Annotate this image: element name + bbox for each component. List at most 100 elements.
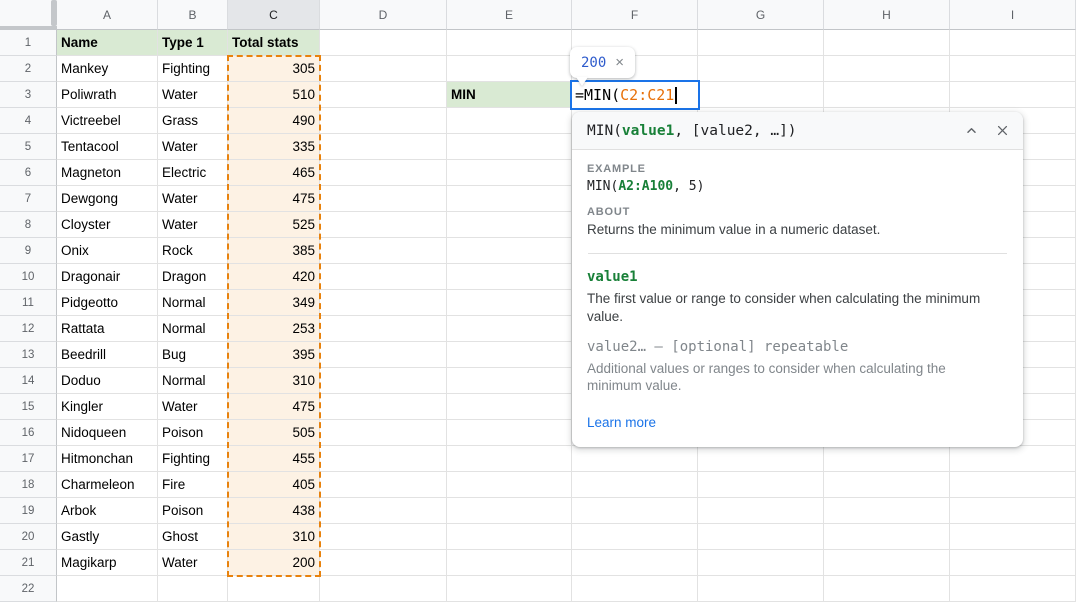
cell-G1[interactable] xyxy=(698,30,824,56)
cell-C20[interactable]: 310 xyxy=(228,524,320,550)
cell-E15[interactable] xyxy=(447,394,572,420)
cell-C4[interactable]: 490 xyxy=(228,108,320,134)
cell-A8[interactable]: Cloyster xyxy=(57,212,158,238)
cell-D17[interactable] xyxy=(320,446,447,472)
cell-B7[interactable]: Water xyxy=(158,186,228,212)
cell-I21[interactable] xyxy=(950,550,1076,576)
column-header-h[interactable]: H xyxy=(824,0,950,30)
row-header-10[interactable]: 10 xyxy=(0,264,57,290)
cell-H3[interactable] xyxy=(824,82,950,108)
row-header-1[interactable]: 1 xyxy=(0,30,57,56)
cell-E20[interactable] xyxy=(447,524,572,550)
row-header-15[interactable]: 15 xyxy=(0,394,57,420)
row-header-2[interactable]: 2 xyxy=(0,56,57,82)
cell-D22[interactable] xyxy=(320,576,447,602)
cell-E13[interactable] xyxy=(447,342,572,368)
cell-C10[interactable]: 420 xyxy=(228,264,320,290)
cell-E19[interactable] xyxy=(447,498,572,524)
cell-C13[interactable]: 395 xyxy=(228,342,320,368)
cell-C12[interactable]: 253 xyxy=(228,316,320,342)
cell-D20[interactable] xyxy=(320,524,447,550)
cell-A18[interactable]: Charmeleon xyxy=(57,472,158,498)
cell-E21[interactable] xyxy=(447,550,572,576)
cell-A21[interactable]: Magikarp xyxy=(57,550,158,576)
row-header-4[interactable]: 4 xyxy=(0,108,57,134)
cell-C15[interactable]: 475 xyxy=(228,394,320,420)
cell-A20[interactable]: Gastly xyxy=(57,524,158,550)
cell-B19[interactable]: Poison xyxy=(158,498,228,524)
cell-B16[interactable]: Poison xyxy=(158,420,228,446)
column-header-d[interactable]: D xyxy=(320,0,447,30)
active-cell-formula-editor[interactable]: =MIN(C2:C21 xyxy=(570,80,700,110)
cell-C14[interactable]: 310 xyxy=(228,368,320,394)
cell-G22[interactable] xyxy=(698,576,824,602)
row-header-19[interactable]: 19 xyxy=(0,498,57,524)
cell-D13[interactable] xyxy=(320,342,447,368)
cell-D12[interactable] xyxy=(320,316,447,342)
cell-D18[interactable] xyxy=(320,472,447,498)
cell-F18[interactable] xyxy=(572,472,698,498)
row-header-9[interactable]: 9 xyxy=(0,238,57,264)
cell-H1[interactable] xyxy=(824,30,950,56)
row-header-5[interactable]: 5 xyxy=(0,134,57,160)
cell-C3[interactable]: 510 xyxy=(228,82,320,108)
cell-B10[interactable]: Dragon xyxy=(158,264,228,290)
cell-E5[interactable] xyxy=(447,134,572,160)
cell-B20[interactable]: Ghost xyxy=(158,524,228,550)
cell-A1[interactable]: Name xyxy=(57,30,158,56)
cell-F20[interactable] xyxy=(572,524,698,550)
cell-I2[interactable] xyxy=(950,56,1076,82)
cell-F22[interactable] xyxy=(572,576,698,602)
cell-A12[interactable]: Rattata xyxy=(57,316,158,342)
column-header-i[interactable]: I xyxy=(950,0,1076,30)
cell-F19[interactable] xyxy=(572,498,698,524)
cell-A11[interactable]: Pidgeotto xyxy=(57,290,158,316)
cell-B9[interactable]: Rock xyxy=(158,238,228,264)
row-header-8[interactable]: 8 xyxy=(0,212,57,238)
cell-D15[interactable] xyxy=(320,394,447,420)
cell-E3[interactable]: MIN xyxy=(447,82,572,108)
cell-A16[interactable]: Nidoqueen xyxy=(57,420,158,446)
cell-I22[interactable] xyxy=(950,576,1076,602)
cell-F21[interactable] xyxy=(572,550,698,576)
column-header-g[interactable]: G xyxy=(698,0,824,30)
cell-H20[interactable] xyxy=(824,524,950,550)
column-header-b[interactable]: B xyxy=(158,0,228,30)
cell-A14[interactable]: Doduo xyxy=(57,368,158,394)
cell-G21[interactable] xyxy=(698,550,824,576)
row-header-11[interactable]: 11 xyxy=(0,290,57,316)
cell-D10[interactable] xyxy=(320,264,447,290)
cell-E8[interactable] xyxy=(447,212,572,238)
cell-A6[interactable]: Magneton xyxy=(57,160,158,186)
cell-A5[interactable]: Tentacool xyxy=(57,134,158,160)
cell-C16[interactable]: 505 xyxy=(228,420,320,446)
cell-H2[interactable] xyxy=(824,56,950,82)
cell-I1[interactable] xyxy=(950,30,1076,56)
column-header-c[interactable]: C xyxy=(228,0,320,30)
cell-G20[interactable] xyxy=(698,524,824,550)
cell-E14[interactable] xyxy=(447,368,572,394)
row-header-7[interactable]: 7 xyxy=(0,186,57,212)
cell-C22[interactable] xyxy=(228,576,320,602)
cell-C21[interactable]: 200 xyxy=(228,550,320,576)
row-header-6[interactable]: 6 xyxy=(0,160,57,186)
row-header-17[interactable]: 17 xyxy=(0,446,57,472)
row-header-13[interactable]: 13 xyxy=(0,342,57,368)
cell-A3[interactable]: Poliwrath xyxy=(57,82,158,108)
column-header-f[interactable]: F xyxy=(572,0,698,30)
cell-D9[interactable] xyxy=(320,238,447,264)
cell-A10[interactable]: Dragonair xyxy=(57,264,158,290)
cell-I3[interactable] xyxy=(950,82,1076,108)
cell-H21[interactable] xyxy=(824,550,950,576)
cell-H17[interactable] xyxy=(824,446,950,472)
cell-C19[interactable]: 438 xyxy=(228,498,320,524)
cell-C9[interactable]: 385 xyxy=(228,238,320,264)
cell-D14[interactable] xyxy=(320,368,447,394)
cell-D3[interactable] xyxy=(320,82,447,108)
cell-D4[interactable] xyxy=(320,108,447,134)
cell-G3[interactable] xyxy=(698,82,824,108)
cell-D7[interactable] xyxy=(320,186,447,212)
cell-G18[interactable] xyxy=(698,472,824,498)
cell-B5[interactable]: Water xyxy=(158,134,228,160)
cell-E10[interactable] xyxy=(447,264,572,290)
